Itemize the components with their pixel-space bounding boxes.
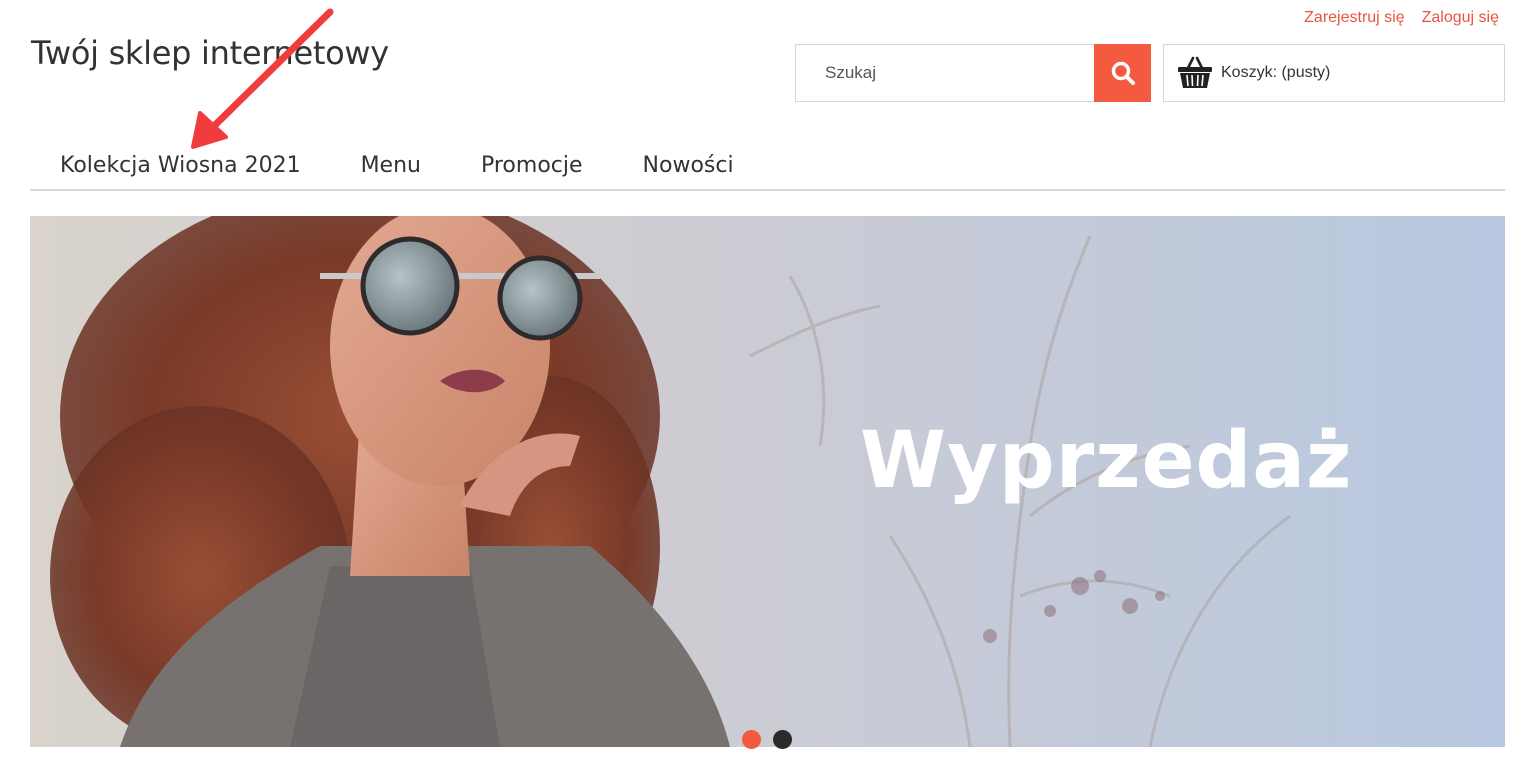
register-link[interactable]: Zarejestruj się bbox=[1304, 9, 1404, 27]
account-links: Zarejestruj się Zaloguj się bbox=[1304, 9, 1499, 27]
cart-button[interactable]: Koszyk: (pusty) bbox=[1163, 44, 1505, 102]
slider-dot-2[interactable] bbox=[773, 730, 792, 749]
main-nav: Kolekcja Wiosna 2021 Menu Promocje Nowoś… bbox=[30, 143, 1505, 191]
basket-icon bbox=[1178, 56, 1212, 88]
search-icon bbox=[1111, 61, 1135, 85]
search-bar bbox=[795, 44, 1151, 102]
shop-title[interactable]: Twój sklep internetowy bbox=[31, 34, 389, 72]
nav-item-kolekcja-wiosna-2021[interactable]: Kolekcja Wiosna 2021 bbox=[60, 153, 301, 178]
cart-label: Koszyk: (pusty) bbox=[1221, 64, 1331, 81]
nav-item-menu[interactable]: Menu bbox=[361, 153, 421, 178]
slider-dot-1[interactable] bbox=[742, 730, 761, 749]
nav-item-promocje[interactable]: Promocje bbox=[481, 153, 583, 178]
search-button[interactable] bbox=[1094, 44, 1151, 102]
hero-slider[interactable]: Wyprzedaż bbox=[30, 216, 1505, 747]
nav-item-nowosci[interactable]: Nowości bbox=[643, 153, 734, 178]
hero-caption: Wyprzedaż bbox=[860, 416, 1353, 506]
slider-dots bbox=[742, 730, 792, 749]
login-link[interactable]: Zaloguj się bbox=[1422, 9, 1499, 27]
search-input[interactable] bbox=[796, 45, 1094, 101]
